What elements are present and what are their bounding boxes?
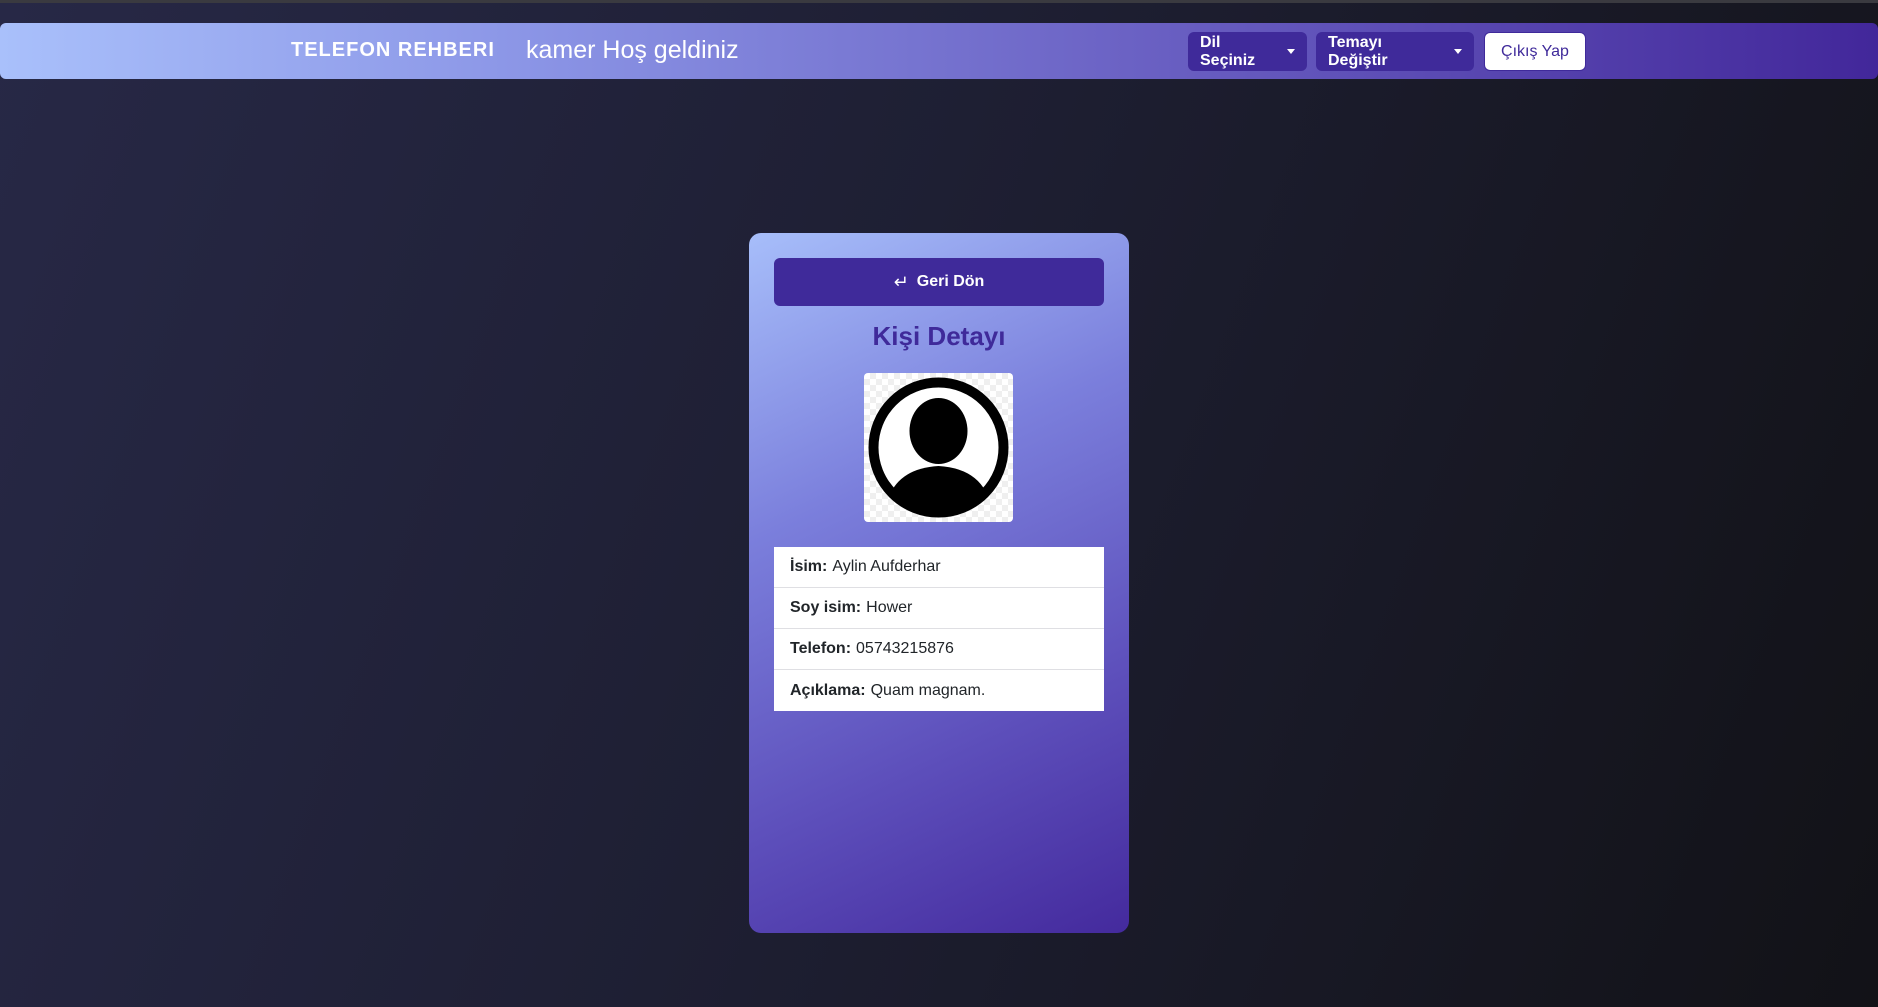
back-button[interactable]: ↵ Geri Dön: [774, 258, 1104, 306]
theme-dropdown-button[interactable]: Temayı Değiştir: [1316, 32, 1474, 71]
return-arrow-icon: ↵: [893, 272, 909, 292]
language-dropdown-button[interactable]: Dil Seçiniz: [1188, 32, 1307, 71]
detail-label: Açıklama:: [790, 681, 866, 699]
detail-row-surname: Soy isim: Hower: [774, 588, 1104, 629]
caret-down-icon: [1287, 49, 1295, 54]
detail-value: Hower: [866, 599, 913, 616]
theme-dropdown-label: Temayı Değiştir: [1328, 33, 1388, 69]
detail-row-description: Açıklama: Quam magnam.: [774, 670, 1104, 711]
detail-row-phone: Telefon: 05743215876: [774, 629, 1104, 670]
detail-label: Soy isim:: [790, 599, 862, 616]
window-top-strip: [0, 0, 1878, 3]
caret-down-icon: [1454, 49, 1462, 54]
user-avatar-icon: [868, 377, 1009, 518]
page-title: Kişi Detayı: [872, 321, 1006, 351]
logout-label: Çıkış Yap: [1501, 42, 1569, 60]
welcome-message: kamer Hoş geldiniz: [526, 36, 739, 64]
detail-label: Telefon:: [790, 640, 852, 657]
contact-detail-card: ↵ Geri Dön Kişi Detayı İsim: Aylin Aufde…: [749, 233, 1129, 933]
detail-label: İsim:: [790, 558, 828, 575]
contact-details-list: İsim: Aylin Aufderhar Soy isim: Hower Te…: [774, 547, 1104, 711]
back-button-label: Geri Dön: [916, 273, 985, 290]
language-dropdown-label: Dil Seçiniz: [1200, 33, 1256, 69]
detail-value: 05743215876: [856, 640, 954, 657]
avatar: [864, 373, 1013, 522]
logout-button[interactable]: Çıkış Yap: [1484, 32, 1586, 71]
detail-value: Aylin Aufderhar: [832, 558, 941, 575]
brand-title[interactable]: TELEFON REHBERI: [291, 39, 495, 62]
top-navbar: TELEFON REHBERI kamer Hoş geldiniz Dil S…: [0, 23, 1878, 79]
detail-value: Quam magnam.: [870, 681, 986, 699]
detail-row-name: İsim: Aylin Aufderhar: [774, 547, 1104, 588]
